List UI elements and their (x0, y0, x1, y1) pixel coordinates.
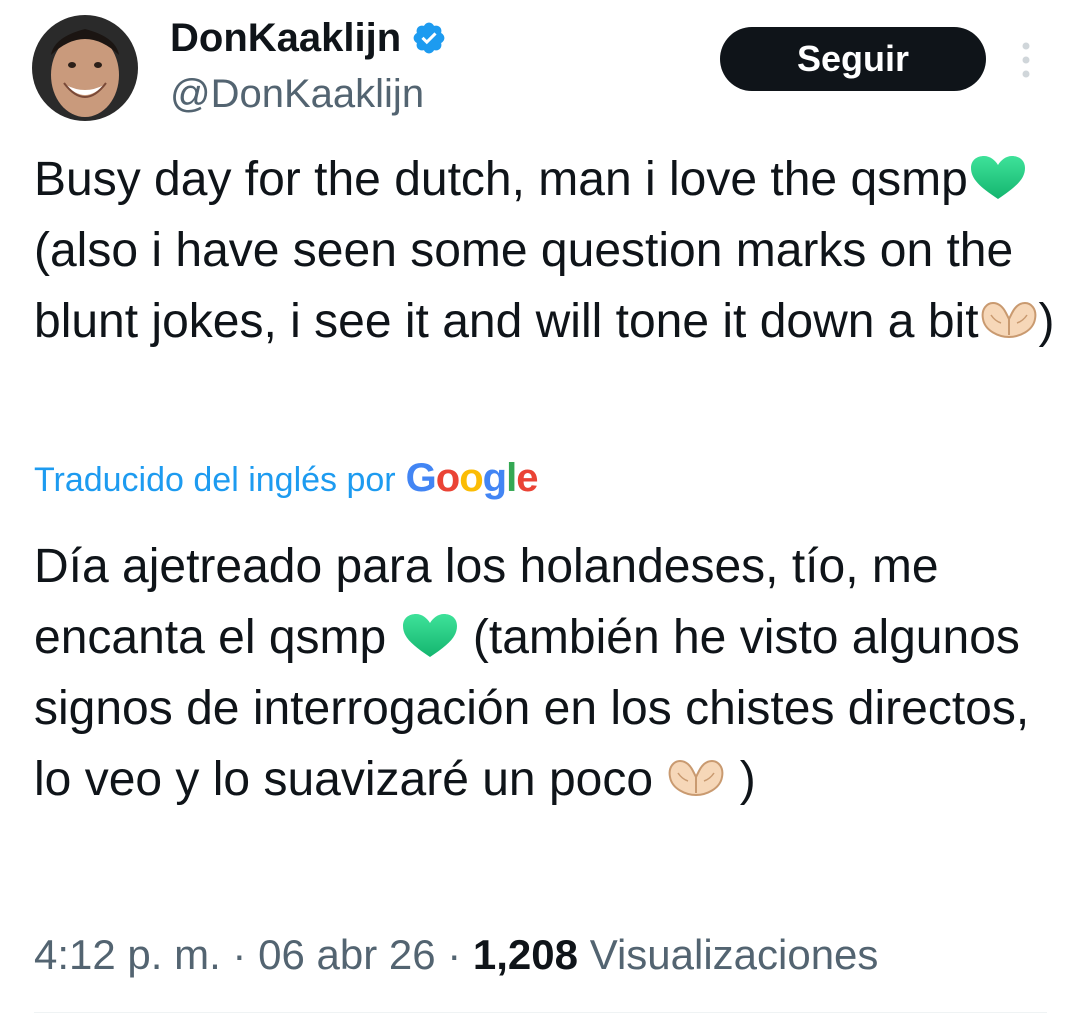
views-count[interactable]: 1,208 (473, 931, 578, 978)
translation-note: Traducido del inglés por Google (34, 456, 539, 501)
divider (34, 1012, 1047, 1013)
user-handle[interactable]: @DonKaaklijn (170, 70, 424, 118)
tweet-text: Busy day for the dutch, man i love the q… (34, 144, 1064, 357)
display-name[interactable]: DonKaaklijn (170, 14, 401, 62)
tweet-text-part1: Busy day for the dutch, man i love the q… (34, 153, 968, 206)
heart-hands-emoji (666, 755, 726, 801)
follow-button[interactable]: Seguir (720, 27, 986, 91)
translation-label[interactable]: Traducido del inglés por (34, 461, 396, 500)
tweet: DonKaaklijn @DonKaaklijn Seguir Busy day… (0, 0, 1079, 1021)
verified-badge-icon (413, 22, 445, 54)
green-heart-emoji (968, 155, 1028, 201)
more-vertical-icon[interactable] (1012, 36, 1040, 84)
tweet-text-part2: (also i have seen some question marks on… (34, 224, 1014, 348)
display-name-row: DonKaaklijn (170, 14, 447, 62)
meta-separator: · (435, 931, 473, 978)
avatar[interactable] (32, 15, 138, 121)
tweet-time[interactable]: 4:12 p. m. (34, 931, 221, 978)
tweet-text-part3: ) (1038, 295, 1055, 348)
green-heart-emoji (400, 613, 460, 659)
tweet-date[interactable]: 06 abr 26 (258, 931, 435, 978)
translated-text: Día ajetreado para los holandeses, tío, … (34, 531, 1064, 815)
meta-separator: · (220, 931, 259, 978)
tweet-meta: 4:12 p. m. · 06 abr 26 · 1,208 Visualiza… (34, 927, 878, 983)
heart-hands-emoji (979, 297, 1039, 343)
views-label: Visualizaciones (589, 931, 879, 978)
google-logo: Google (405, 456, 539, 500)
translated-text-part3: ) (726, 753, 756, 806)
